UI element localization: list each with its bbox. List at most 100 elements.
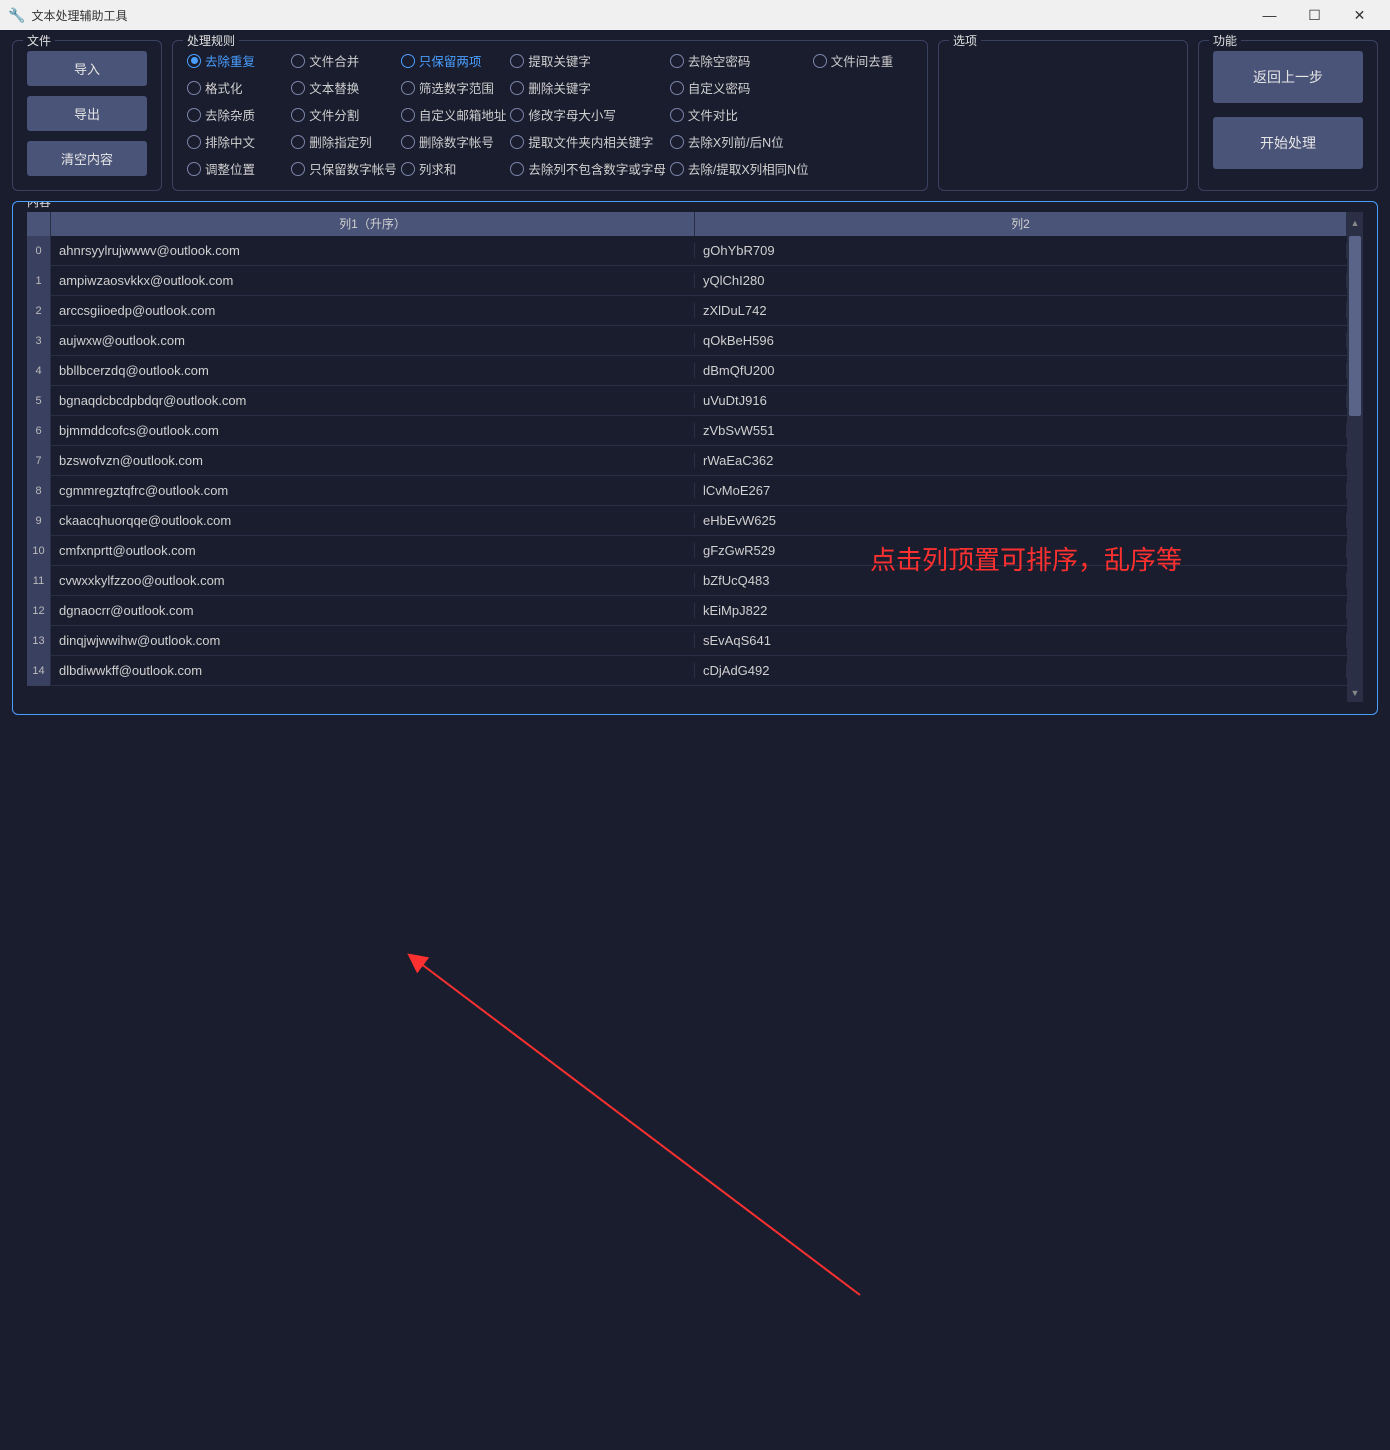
radio-icon <box>670 54 684 68</box>
scroll-down-arrow[interactable]: ▼ <box>1347 686 1363 700</box>
row-index: 13 <box>27 626 51 656</box>
table-row[interactable]: 4bbllbcerzdq@outlook.comdBmQfU200 <box>27 356 1347 386</box>
table-row[interactable]: 11cvwxxkylfzzoo@outlook.combZfUcQ483 <box>27 566 1347 596</box>
rule-option-14[interactable]: 自定义邮箱地址 <box>401 105 507 124</box>
radio-icon <box>187 81 201 95</box>
table-row[interactable]: 1ampiwzaosvkkx@outlook.comyQlChI280 <box>27 266 1347 296</box>
table-row[interactable]: 13dinqjwjwwihw@outlook.comsEvAqS641 <box>27 626 1347 656</box>
table-row[interactable]: 0ahnrsyylrujwwwv@outlook.comgOhYbR709 <box>27 236 1347 266</box>
row-index: 0 <box>27 236 51 266</box>
cell-col1: aujwxw@outlook.com <box>51 333 695 348</box>
options-group-title: 选项 <box>949 32 981 49</box>
table-row[interactable]: 3aujwxw@outlook.comqOkBeH596 <box>27 326 1347 356</box>
cell-col1: arccsgiioedp@outlook.com <box>51 303 695 318</box>
rule-option-0[interactable]: 去除重复 <box>187 51 287 70</box>
rule-option-8[interactable]: 筛选数字范围 <box>401 78 507 97</box>
row-index: 7 <box>27 446 51 476</box>
func-group: 功能 返回上一步 开始处理 <box>1198 40 1378 191</box>
rule-label: 列求和 <box>419 159 457 178</box>
rule-label: 排除中文 <box>205 132 255 151</box>
clear-button[interactable]: 清空内容 <box>27 141 147 176</box>
cell-col2: gOhYbR709 <box>695 243 1347 258</box>
import-button[interactable]: 导入 <box>27 51 147 86</box>
rule-option-26[interactable]: 列求和 <box>401 159 507 178</box>
header-index <box>27 212 51 236</box>
rule-label: 调整位置 <box>205 159 255 178</box>
rule-option-2[interactable]: 只保留两项 <box>401 51 507 70</box>
back-button[interactable]: 返回上一步 <box>1213 51 1363 103</box>
table-row[interactable]: 6bjmmddcofcs@outlook.comzVbSvW551 <box>27 416 1347 446</box>
rule-label: 删除指定列 <box>309 132 372 151</box>
rule-option-21[interactable]: 提取文件夹内相关键字 <box>510 132 666 151</box>
rule-label: 只保留两项 <box>419 51 482 70</box>
table-row[interactable]: 14dlbdiwwkff@outlook.comcDjAdG492 <box>27 656 1347 686</box>
minimize-button[interactable]: — <box>1247 7 1292 23</box>
radio-icon <box>291 108 305 122</box>
radio-icon <box>670 135 684 149</box>
rule-label: 去除列不包含数字或字母 <box>528 159 666 178</box>
export-button[interactable]: 导出 <box>27 96 147 131</box>
rule-option-9[interactable]: 删除关键字 <box>510 78 666 97</box>
radio-icon <box>510 81 524 95</box>
cell-col2: zXlDuL742 <box>695 303 1347 318</box>
row-index: 14 <box>27 656 51 686</box>
cell-col1: dinqjwjwwihw@outlook.com <box>51 633 695 648</box>
radio-icon <box>291 162 305 176</box>
table-row[interactable]: 10cmfxnprtt@outlook.comgFzGwR529 <box>27 536 1347 566</box>
table-row[interactable]: 8cgmmregztqfrc@outlook.comlCvMoE267 <box>27 476 1347 506</box>
column-header-1[interactable]: 列1（升序） <box>51 212 695 236</box>
options-group: 选项 <box>938 40 1188 191</box>
rule-option-24[interactable]: 调整位置 <box>187 159 287 178</box>
radio-icon <box>813 54 827 68</box>
start-button[interactable]: 开始处理 <box>1213 117 1363 169</box>
title-bar: 🔧 文本处理辅助工具 — ☐ ✕ <box>0 0 1390 30</box>
cell-col1: bbllbcerzdq@outlook.com <box>51 363 695 378</box>
row-index: 1 <box>27 266 51 296</box>
close-button[interactable]: ✕ <box>1337 7 1382 24</box>
rule-option-10[interactable]: 自定义密码 <box>670 78 809 97</box>
table-row[interactable]: 7bzswofvzn@outlook.comrWaEaC362 <box>27 446 1347 476</box>
rule-option-12[interactable]: 去除杂质 <box>187 105 287 124</box>
rule-option-4[interactable]: 去除空密码 <box>670 51 809 70</box>
scrollbar-thumb[interactable] <box>1349 236 1361 416</box>
row-index: 4 <box>27 356 51 386</box>
table-row[interactable]: 2arccsgiioedp@outlook.comzXlDuL742 <box>27 296 1347 326</box>
rule-option-18[interactable]: 排除中文 <box>187 132 287 151</box>
rule-option-25[interactable]: 只保留数字帐号 <box>291 159 397 178</box>
rule-option-28[interactable]: 去除/提取X列相同N位 <box>670 159 809 178</box>
rule-option-5[interactable]: 文件间去重 <box>813 51 913 70</box>
radio-icon <box>510 54 524 68</box>
rule-label: 自定义密码 <box>688 78 751 97</box>
rule-option-16[interactable]: 文件对比 <box>670 105 809 124</box>
cell-col2: kEiMpJ822 <box>695 603 1347 618</box>
rule-option-3[interactable]: 提取关键字 <box>510 51 666 70</box>
rule-option-7[interactable]: 文本替换 <box>291 78 397 97</box>
table-row[interactable]: 5bgnaqdcbcdpbdqr@outlook.comuVuDtJ916 <box>27 386 1347 416</box>
cell-col1: cgmmregztqfrc@outlook.com <box>51 483 695 498</box>
rule-option-22[interactable]: 去除X列前/后N位 <box>670 132 809 151</box>
rule-option-1[interactable]: 文件合并 <box>291 51 397 70</box>
radio-icon <box>187 135 201 149</box>
cell-col1: ampiwzaosvkkx@outlook.com <box>51 273 695 288</box>
maximize-button[interactable]: ☐ <box>1292 7 1337 24</box>
cell-col2: uVuDtJ916 <box>695 393 1347 408</box>
rule-label: 提取文件夹内相关键字 <box>528 132 653 151</box>
rule-option-15[interactable]: 修改字母大小写 <box>510 105 666 124</box>
rule-option-19[interactable]: 删除指定列 <box>291 132 397 151</box>
radio-icon <box>510 162 524 176</box>
rule-option-27[interactable]: 去除列不包含数字或字母 <box>510 159 666 178</box>
radio-icon <box>187 108 201 122</box>
cell-col2: bZfUcQ483 <box>695 573 1347 588</box>
row-index: 5 <box>27 386 51 416</box>
vertical-scrollbar[interactable]: ▲ ▼ <box>1347 212 1363 702</box>
table-row[interactable]: 9ckaacqhuorqqe@outlook.comeHbEvW625 <box>27 506 1347 536</box>
column-header-2[interactable]: 列2 <box>695 212 1347 236</box>
rule-option-20[interactable]: 删除数字帐号 <box>401 132 507 151</box>
rule-option-6[interactable]: 格式化 <box>187 78 287 97</box>
rule-option-13[interactable]: 文件分割 <box>291 105 397 124</box>
radio-icon <box>401 54 415 68</box>
table-row[interactable]: 12dgnaocrr@outlook.comkEiMpJ822 <box>27 596 1347 626</box>
cell-col2: gFzGwR529 <box>695 543 1347 558</box>
scroll-up-arrow[interactable]: ▲ <box>1347 216 1363 230</box>
row-index: 2 <box>27 296 51 326</box>
